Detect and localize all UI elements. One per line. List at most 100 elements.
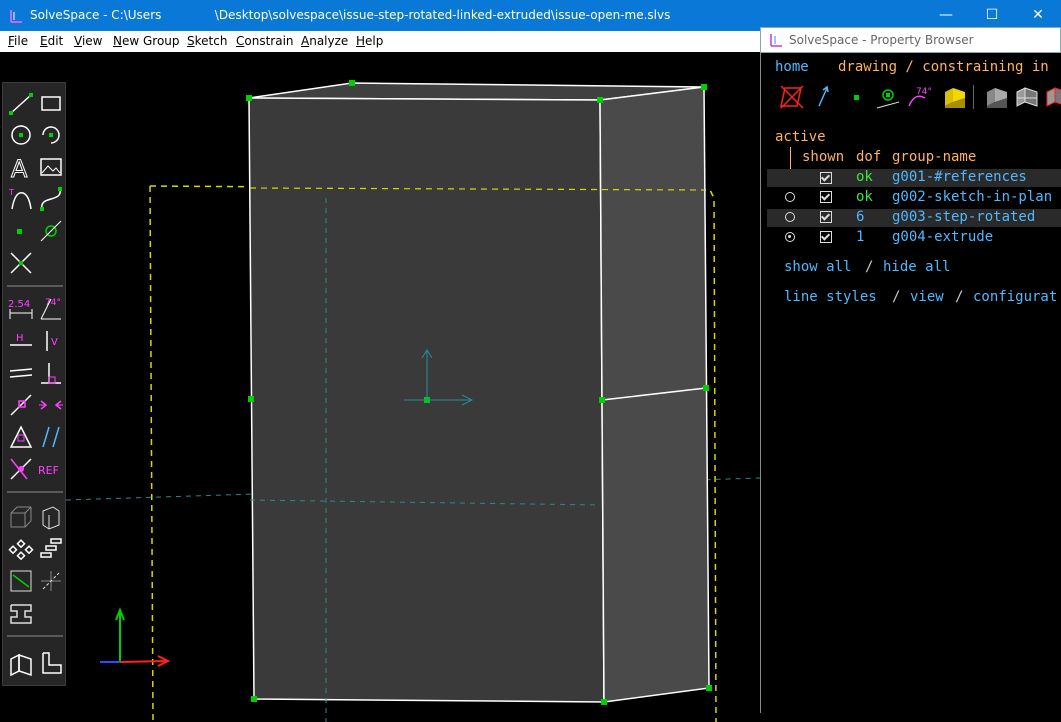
menu-sketch[interactable]: Sketch: [187, 34, 227, 48]
point-tool-icon[interactable]: [7, 217, 35, 245]
step-translate-icon[interactable]: [7, 535, 35, 563]
property-browser-titlebar: SolveSpace - Property Browser: [760, 27, 1061, 53]
group-name-link[interactable]: g001-#references: [892, 169, 1027, 185]
same-orientation-icon[interactable]: [37, 423, 65, 451]
home-link[interactable]: home: [775, 59, 809, 75]
menu-edit-mnemonic: E: [40, 34, 48, 48]
dof-column-header: dof: [856, 149, 882, 165]
menu-analyze-label: nalyze: [309, 34, 349, 48]
configuration-link[interactable]: configurat: [973, 289, 1057, 305]
group-shown-checkbox[interactable]: [820, 211, 832, 223]
extrude-group-icon[interactable]: [7, 649, 35, 677]
menu-help-label: elp: [365, 34, 384, 48]
link-separator: /: [955, 289, 964, 305]
parallel-constraint-icon[interactable]: [7, 359, 35, 387]
group-name-link[interactable]: g002-sketch-in-plan: [892, 189, 1052, 205]
menu-constrain[interactable]: Constrain: [236, 34, 294, 48]
outline-model-icon[interactable]: [1043, 84, 1061, 110]
perpendicular-constraint-icon[interactable]: [37, 359, 65, 387]
toolbar-separator: [7, 635, 63, 637]
point-on-line-icon[interactable]: [7, 391, 35, 419]
midpoint-constraint-icon[interactable]: [7, 423, 35, 451]
menu-bar: File Edit View New Group Sketch Constrai…: [0, 31, 760, 53]
group-shown-checkbox[interactable]: [820, 172, 832, 184]
menu-view[interactable]: View: [74, 34, 102, 48]
svg-text:V: V: [51, 337, 58, 348]
hide-all-link[interactable]: hide all: [883, 259, 950, 275]
solvespace-logo-icon: [770, 34, 782, 47]
menu-analyze[interactable]: Analyze: [301, 34, 348, 48]
construction-toggle-icon[interactable]: [7, 455, 35, 483]
solid-model-icon[interactable]: [983, 84, 1009, 110]
group-dof: ok: [856, 189, 873, 205]
constraints-icon[interactable]: 74°: [905, 84, 933, 110]
breadcrumb: drawing / constraining in: [838, 59, 1049, 75]
view-link[interactable]: view: [910, 289, 944, 305]
workplane-tool-icon[interactable]: [37, 217, 65, 245]
toolbar-separator: [7, 491, 63, 493]
shaded-faces-icon[interactable]: [941, 84, 967, 110]
shown-column-header: shown: [802, 149, 845, 165]
menu-file-label: ile: [14, 34, 29, 48]
svg-text:REF: REF: [38, 464, 59, 477]
svg-text:74°: 74°: [916, 87, 932, 97]
group-shown-checkbox[interactable]: [820, 191, 832, 203]
points-icon[interactable]: [847, 84, 867, 110]
split-curves-icon[interactable]: [7, 249, 35, 277]
svg-text:2.54: 2.54: [8, 299, 30, 310]
group-shown-checkbox[interactable]: [820, 231, 832, 243]
name-column-header: group-name: [892, 149, 977, 165]
svg-text:H: H: [16, 333, 24, 344]
menu-sketch-label: ketch: [194, 34, 228, 48]
normals-icon[interactable]: [813, 84, 833, 110]
vertical-constraint-icon[interactable]: V: [37, 327, 65, 355]
window-title: SolveSpace - C:\Users \Desktop\solvespac…: [30, 8, 671, 22]
line-styles-link[interactable]: line styles: [784, 289, 877, 305]
group-name-link[interactable]: g003-step-rotated: [892, 209, 1035, 225]
solvespace-logo-icon: [10, 10, 22, 23]
group-dof: 1: [856, 229, 865, 245]
section-view-icon[interactable]: [37, 567, 65, 595]
menu-help[interactable]: Help: [356, 34, 383, 48]
lathe-tool-icon[interactable]: [7, 599, 35, 627]
occluded-lines-icon[interactable]: [779, 84, 807, 110]
menu-file[interactable]: File: [8, 34, 28, 48]
dimension-tool-icon[interactable]: 2.54: [7, 295, 35, 323]
model-drawing: [65, 80, 760, 722]
group-dof: 6: [856, 209, 865, 225]
group-name-link[interactable]: g004-extrude: [892, 229, 993, 245]
workplane-view-icon[interactable]: [7, 503, 35, 531]
export-view-icon[interactable]: [7, 567, 35, 595]
group-active-radio[interactable]: [785, 212, 795, 222]
arc-tool-icon[interactable]: [37, 121, 65, 149]
group-icon-strip: 74°: [775, 81, 1061, 111]
group-active-radio[interactable]: [785, 232, 795, 242]
angle-tool-icon[interactable]: 74°: [37, 295, 65, 323]
view-axes-icon: [100, 607, 171, 667]
group-active-radio[interactable]: [785, 192, 795, 202]
symmetric-constraint-icon[interactable]: [37, 391, 65, 419]
reference-toggle-icon[interactable]: REF: [37, 455, 65, 483]
mesh-model-icon[interactable]: [1013, 84, 1039, 110]
menu-view-mnemonic: V: [74, 34, 82, 48]
image-tool-icon[interactable]: [37, 153, 65, 181]
menu-edit[interactable]: Edit: [40, 34, 63, 48]
lathe-group-icon[interactable]: [37, 649, 65, 677]
bezier-tool-icon[interactable]: [37, 185, 65, 213]
nearest-iso-view-icon[interactable]: [37, 503, 65, 531]
text-tool-icon[interactable]: A: [7, 153, 35, 182]
menu-new-group-mnemonic: N: [113, 34, 122, 48]
circle-tool-icon[interactable]: [7, 121, 35, 149]
tangent-arc-tool-icon[interactable]: T: [7, 185, 35, 213]
line-tool-icon[interactable]: [7, 89, 35, 117]
active-column-label: active: [775, 129, 826, 145]
menu-constrain-label: onstrain: [244, 34, 294, 48]
horizontal-constraint-icon[interactable]: H: [7, 327, 35, 355]
sketch-toolbar: A T 2.54 74° H V REF: [2, 82, 66, 686]
step-rotate-icon[interactable]: [37, 535, 65, 563]
workplanes-icon[interactable]: [875, 84, 901, 110]
show-all-link[interactable]: show all: [784, 259, 851, 275]
3d-viewport[interactable]: [0, 52, 760, 722]
menu-new-group[interactable]: New Group: [113, 34, 180, 48]
rectangle-tool-icon[interactable]: [37, 89, 65, 117]
